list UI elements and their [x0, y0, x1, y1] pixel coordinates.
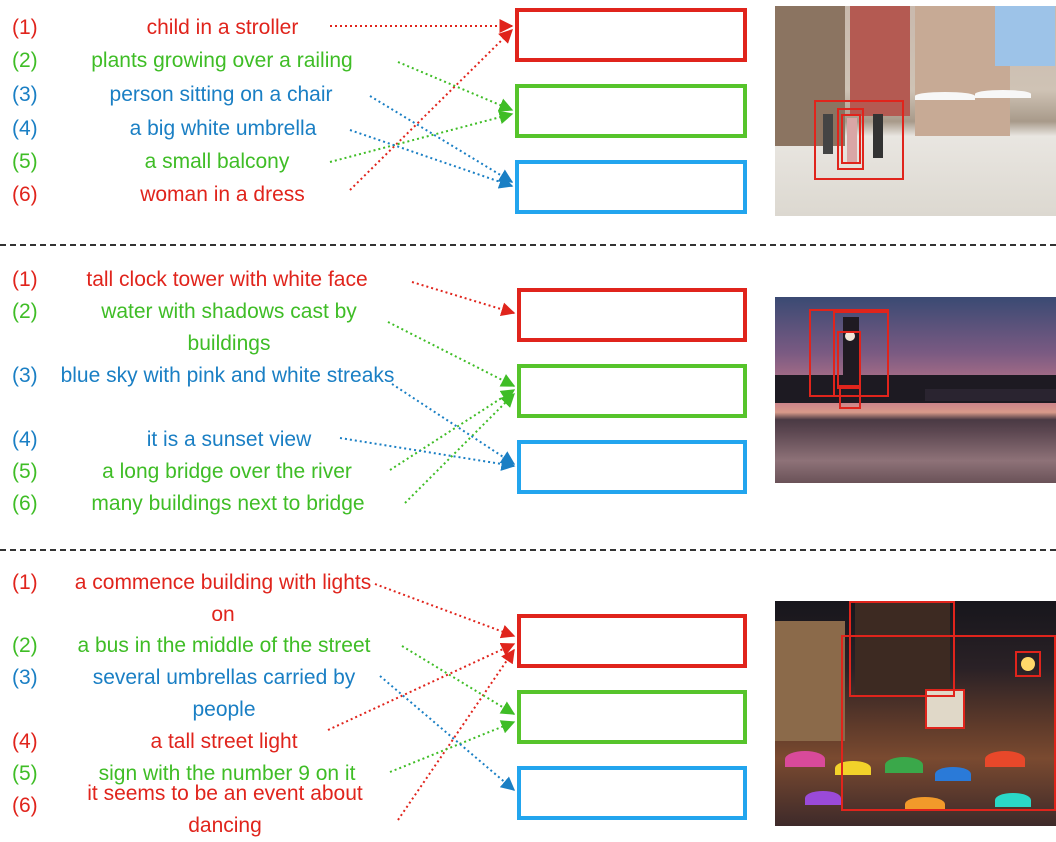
phrase-text: blue sky with pink and white streaks [60, 364, 395, 387]
phrase-number: (1) [12, 571, 38, 594]
region-box-red[interactable] [517, 288, 747, 342]
detection-box [925, 689, 965, 729]
connector-arrow-green [387, 321, 516, 387]
connector-arrow-blue [369, 95, 514, 183]
phrase-text: child in a stroller [146, 16, 299, 39]
connector-arrow-blue [349, 129, 514, 189]
connector-arrow-green [397, 61, 514, 112]
phrase-text: a small balcony [144, 150, 290, 173]
phrase-number: (2) [12, 634, 38, 657]
connector-arrow-red [374, 583, 516, 639]
connector-arrow-green [389, 389, 516, 471]
region-box-red[interactable] [515, 8, 747, 62]
phrase-number: (4) [12, 428, 38, 451]
phrase-text: it is a sunset view [146, 428, 312, 451]
region-box-blue[interactable] [517, 766, 747, 820]
phrase-text: plants growing over a railing [91, 49, 353, 72]
phrase-text: tall clock tower with white face [86, 268, 368, 291]
phrase-number: (3) [12, 364, 38, 387]
connector-arrow-red [397, 648, 515, 821]
region-box-blue[interactable] [515, 160, 747, 214]
phrase-text: a bus in the middle of the street [77, 634, 371, 657]
connector-arrow-red [411, 281, 516, 317]
phrase-text: a tall street light [150, 730, 298, 753]
panel-divider [0, 549, 1056, 551]
phrase-text: water with shadows cast by buildings [101, 300, 357, 355]
phrase-text: a long bridge over the river [102, 460, 352, 483]
phrase-text: a big white umbrella [129, 117, 317, 140]
region-box-blue[interactable] [517, 440, 747, 494]
phrase-number: (6) [12, 183, 38, 206]
detection-box [839, 385, 861, 409]
phrase-text: many buildings next to bridge [91, 492, 365, 515]
phrase-text: several umbrellas carried by people [92, 666, 356, 721]
phrase-number: (4) [12, 730, 38, 753]
region-box-red[interactable] [517, 614, 747, 668]
region-box-green[interactable] [517, 690, 747, 744]
phrase-text: a commence building with lights on [74, 571, 372, 626]
region-box-green[interactable] [517, 364, 747, 418]
phrase-number: (2) [12, 49, 38, 72]
phrase-number: (6) [12, 492, 38, 515]
connector-arrow-blue [379, 675, 516, 791]
detection-box [837, 331, 861, 389]
night-crowd-umbrellas-photo [775, 601, 1056, 826]
detection-box [1015, 651, 1041, 677]
region-box-green[interactable] [515, 84, 747, 138]
connector-arrow-green [401, 645, 516, 715]
phrase-number: (3) [12, 83, 38, 106]
phrase-number: (5) [12, 460, 38, 483]
phrase-number: (4) [12, 117, 38, 140]
panel-divider [0, 244, 1056, 246]
phrase-number: (2) [12, 300, 38, 323]
phrase-number: (6) [12, 794, 38, 817]
phrase-text: it seems to be an event about dancing [87, 782, 363, 837]
street-scene-photo [775, 6, 1056, 216]
phrase-number: (3) [12, 666, 38, 689]
connector-arrow-green [404, 393, 515, 504]
detection-box [841, 114, 861, 164]
phrase-number: (1) [12, 16, 38, 39]
connector-arrow-blue [391, 383, 516, 465]
phrase-text: woman in a dress [140, 183, 305, 206]
connector-arrow-green [389, 720, 516, 773]
phrase-number: (5) [12, 762, 38, 785]
phrase-number: (5) [12, 150, 38, 173]
phrase-text: person sitting on a chair [109, 83, 333, 106]
clock-tower-sunset-photo [775, 297, 1056, 483]
phrase-number: (1) [12, 268, 38, 291]
